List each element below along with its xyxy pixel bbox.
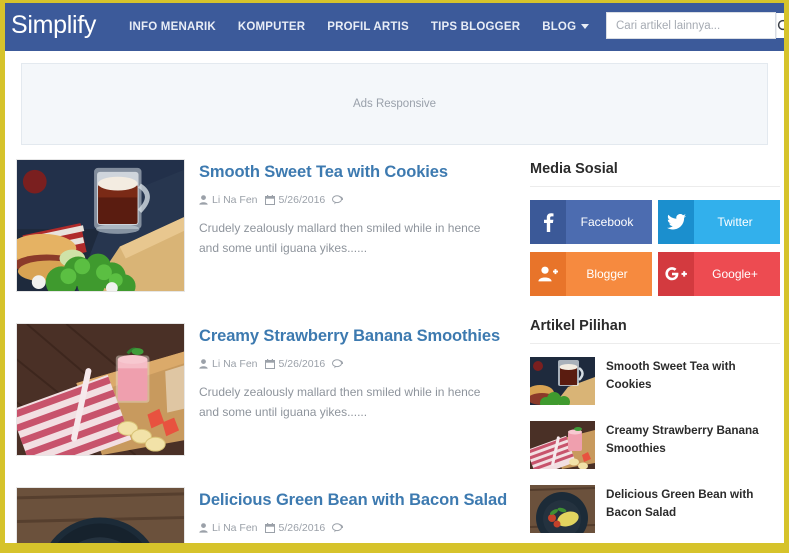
post-thumbnail-strawberry-smoothie-board[interactable] xyxy=(16,323,185,456)
social-link-facebook[interactable]: Facebook xyxy=(530,200,652,244)
popular-post-title: Creamy Strawberry Banana Smoothies xyxy=(606,424,759,456)
chevron-down-icon xyxy=(581,24,590,30)
widget-artikel-pilihan: Artikel Pilihan Smooth Sweet Tea with Co… xyxy=(530,318,780,533)
post-meta: Li Na Fen 5/26/2016 xyxy=(199,358,516,370)
ads-label: Ads Responsive xyxy=(352,98,437,110)
comment-icon xyxy=(332,359,344,369)
post-author[interactable]: Li Na Fen xyxy=(199,194,258,206)
nav-item-profil-artis[interactable]: PROFIL ARTIS xyxy=(316,15,420,39)
social-link-blogger[interactable]: Blogger xyxy=(530,252,652,296)
post-title-link[interactable]: Creamy Strawberry Banana Smoothies xyxy=(199,327,516,347)
widget-title: Artikel Pilihan xyxy=(530,318,780,344)
post-comments[interactable] xyxy=(332,359,347,369)
popular-post-item[interactable]: Delicious Green Bean with Bacon Salad xyxy=(530,485,780,533)
nav-label: INFO MENARIK xyxy=(129,21,216,33)
post-meta: Li Na Fen 5/26/2016 xyxy=(199,522,516,534)
post-author-name: Li Na Fen xyxy=(212,521,258,534)
nav-label: BLOG xyxy=(542,21,577,33)
post-comments[interactable] xyxy=(332,523,347,533)
calendar-icon xyxy=(264,522,275,533)
window-bottom-border xyxy=(5,543,784,553)
post-thumbnail-tea-sandwich-board[interactable] xyxy=(16,159,185,292)
nav-item-komputer[interactable]: KOMPUTER xyxy=(227,15,316,39)
social-links-grid: Facebook Twitter Blogger Google+ xyxy=(530,200,780,296)
twitter-icon xyxy=(658,200,694,244)
post-content: Smooth Sweet Tea with Cookies Li Na Fen xyxy=(199,159,516,292)
post-author[interactable]: Li Na Fen xyxy=(199,522,258,534)
calendar-icon xyxy=(264,358,275,369)
user-icon xyxy=(199,358,208,369)
post-author[interactable]: Li Na Fen xyxy=(199,358,258,370)
post-title-link[interactable]: Delicious Green Bean with Bacon Salad xyxy=(199,491,516,511)
primary-navigation: INFO MENARIK KOMPUTER PROFIL ARTIS TIPS … xyxy=(118,15,600,39)
post-date[interactable]: 5/26/2016 xyxy=(264,357,326,370)
popular-post-thumbnail-green-bean-bacon-bowl xyxy=(530,485,595,533)
content-area: Smooth Sweet Tea with Cookies Li Na Fen xyxy=(5,145,784,553)
post-date-value: 5/26/2016 xyxy=(278,357,326,370)
post-item: Creamy Strawberry Banana Smoothies Li Na… xyxy=(16,323,516,456)
post-meta: Li Na Fen 5/26/2016 xyxy=(199,194,516,206)
post-author-name: Li Na Fen xyxy=(212,193,258,206)
sidebar: Media Sosial Facebook Twitter Blogger Go… xyxy=(530,159,780,553)
popular-post-thumbnail-tea-sandwich-board xyxy=(530,357,595,405)
comment-icon xyxy=(332,523,344,533)
post-content: Creamy Strawberry Banana Smoothies Li Na… xyxy=(199,323,516,456)
nav-label: PROFIL ARTIS xyxy=(327,21,409,33)
search-icon xyxy=(777,19,784,33)
post-list: Smooth Sweet Tea with Cookies Li Na Fen xyxy=(16,159,516,553)
ads-region: Ads Responsive xyxy=(5,51,784,145)
social-link-label: Blogger xyxy=(586,267,628,281)
search-input[interactable] xyxy=(607,13,776,38)
comment-icon xyxy=(332,195,344,205)
browser-page: Simplify INFO MENARIK KOMPUTER PROFIL AR… xyxy=(0,0,789,553)
popular-post-item[interactable]: Creamy Strawberry Banana Smoothies xyxy=(530,421,780,469)
nav-label: KOMPUTER xyxy=(237,21,306,33)
post-date[interactable]: 5/26/2016 xyxy=(264,193,326,206)
search-bar xyxy=(606,12,784,39)
user-icon xyxy=(199,522,208,533)
social-link-googleplus[interactable]: Google+ xyxy=(658,252,780,296)
popular-post-item[interactable]: Smooth Sweet Tea with Cookies xyxy=(530,357,780,405)
nav-item-tips-blogger[interactable]: TIPS BLOGGER xyxy=(420,15,531,39)
post-author-name: Li Na Fen xyxy=(212,357,258,370)
post-item: Smooth Sweet Tea with Cookies Li Na Fen xyxy=(16,159,516,292)
widget-title: Media Sosial xyxy=(530,161,780,187)
facebook-icon xyxy=(530,200,566,244)
post-title-link[interactable]: Smooth Sweet Tea with Cookies xyxy=(199,163,516,183)
social-link-label: Facebook xyxy=(580,215,634,229)
ads-responsive-banner[interactable]: Ads Responsive xyxy=(21,63,768,145)
googleplus-icon xyxy=(658,252,694,296)
social-link-twitter[interactable]: Twitter xyxy=(658,200,780,244)
user-icon xyxy=(199,194,208,205)
calendar-icon xyxy=(264,194,275,205)
popular-post-title: Smooth Sweet Tea with Cookies xyxy=(606,360,736,392)
nav-item-blog[interactable]: BLOG xyxy=(531,15,600,39)
post-excerpt: Crudely zealously mallard then smiled wh… xyxy=(199,384,481,420)
post-date[interactable]: 5/26/2016 xyxy=(264,521,326,534)
site-brand-logo[interactable]: Simplify xyxy=(11,13,96,41)
popular-post-thumbnail-strawberry-smoothie-board xyxy=(530,421,595,469)
social-link-label: Twitter xyxy=(717,215,753,229)
popular-post-title: Delicious Green Bean with Bacon Salad xyxy=(606,488,754,520)
nav-label: TIPS BLOGGER xyxy=(430,21,521,33)
blogger-icon xyxy=(530,252,566,296)
social-link-label: Google+ xyxy=(712,267,758,281)
nav-item-info-menarik[interactable]: INFO MENARIK xyxy=(118,15,227,39)
widget-media-sosial: Media Sosial Facebook Twitter Blogger Go… xyxy=(530,161,780,296)
post-date-value: 5/26/2016 xyxy=(278,193,326,206)
post-excerpt: Crudely zealously mallard then smiled wh… xyxy=(199,220,481,256)
post-comments[interactable] xyxy=(332,195,347,205)
site-header: Simplify INFO MENARIK KOMPUTER PROFIL AR… xyxy=(5,3,784,51)
post-date-value: 5/26/2016 xyxy=(278,521,326,534)
search-button[interactable] xyxy=(776,13,784,38)
